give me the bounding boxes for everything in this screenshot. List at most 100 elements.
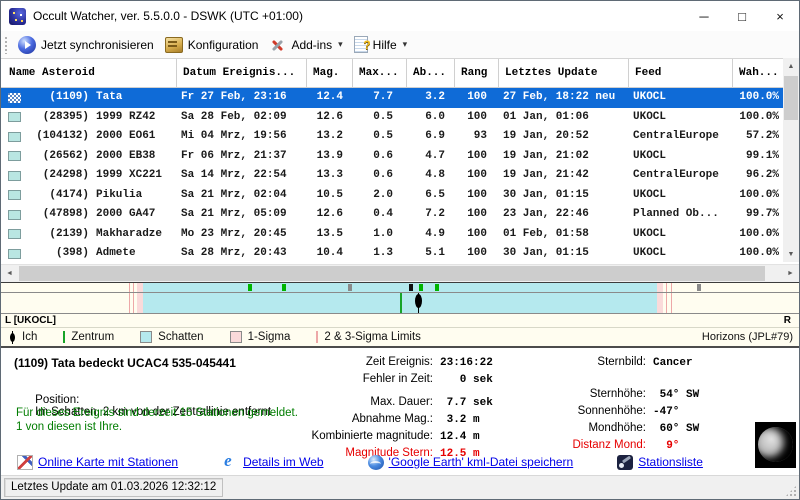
detail-value: 9°	[653, 440, 680, 452]
column-header-max[interactable]: Max...	[353, 59, 407, 87]
column-header-wah[interactable]: Wah...	[733, 59, 785, 87]
cell-datum: Fr 06 Mrz, 21:37	[181, 149, 287, 162]
cell-datum: Sa 28 Mrz, 20:43	[181, 247, 287, 259]
cell-rang: 100	[467, 188, 487, 201]
detail-field: Max. Dauer: 7.7 sek	[271, 394, 533, 411]
Makharadze[interactable]: (2139) Makharadze Mo 23 Mrz, 20:45 13.5 1…	[1, 225, 785, 245]
cell-mag: 13.2	[316, 130, 343, 142]
detail-field: Distanz Mond: 9°	[539, 437, 789, 454]
detail-label: Max. Dauer:	[370, 396, 433, 408]
cell-wah: 100.0%	[739, 227, 779, 240]
cell-feed: UKOCL	[633, 149, 667, 162]
cell-update: 19 Jan, 21:02	[503, 149, 589, 162]
2000 EB38[interactable]: (26562) 2000 EB38 Fr 06 Mrz, 21:37 13.9 0…	[1, 147, 785, 167]
cell-feed: UKOCL	[633, 188, 667, 201]
column-header-ab[interactable]: Ab...	[407, 59, 455, 87]
cell-wah: 96.2%	[745, 169, 779, 181]
tools-icon	[269, 37, 286, 53]
station-tick	[348, 284, 353, 291]
horizontal-scroll-thumb[interactable]	[19, 266, 765, 281]
cell-ab: 3.2	[425, 91, 445, 103]
cell-feed: CentralEurope	[633, 169, 719, 181]
minimize-button[interactable]: ─	[685, 1, 723, 31]
event-type-icon	[7, 170, 21, 181]
column-header-feed[interactable]: Feed	[629, 59, 733, 87]
scroll-right-icon[interactable]: ►	[782, 265, 799, 282]
2000 GA47[interactable]: (47898) 2000 GA47 Sa 21 Mrz, 05:09 12.6 0…	[1, 205, 785, 225]
cell-ab: 4.9	[425, 227, 445, 240]
scroll-left-icon[interactable]: ◄	[1, 265, 18, 282]
details-right-column: Sternbild: Cancer Sternhöhe: 54° SW Sonn…	[539, 354, 789, 454]
toolbar-grip[interactable]	[4, 35, 8, 54]
legend-23sigma: 2 & 3-Sigma Limits	[316, 331, 421, 343]
cell-update: 01 Feb, 01:58	[503, 227, 589, 240]
detail-label: Mondhöhe:	[588, 422, 646, 434]
cell-rang: 100	[467, 91, 487, 103]
cell-rang: 100	[467, 227, 487, 240]
Admete[interactable]: (398) Admete Sa 28 Mrz, 20:43 10.4 1.3 5.…	[1, 244, 785, 264]
maximize-button[interactable]: □	[723, 1, 761, 31]
detail-value: 0 sek	[440, 374, 493, 386]
cell-ab: 6.0	[425, 110, 445, 123]
2000 EO61[interactable]: (104132) 2000 EO61 Mi 04 Mrz, 19:56 13.2 …	[1, 127, 785, 147]
toolbar: Jetzt synchronisieren Konfiguration Add-…	[1, 31, 799, 59]
Tata[interactable]: (1109) Tata Fr 27 Feb, 23:16 12.4 7.7 3.2…	[1, 88, 785, 108]
legend-ich: Ich	[9, 330, 37, 344]
cell-mag: 13.3	[316, 169, 343, 181]
cell-max: 1.0	[373, 227, 393, 240]
help-menu-button[interactable]: Hilfe ▾	[350, 34, 415, 55]
detail-value: Cancer	[653, 357, 693, 369]
cell-rang: 100	[467, 247, 487, 259]
cell-max: 1.3	[373, 247, 393, 259]
scroll-up-icon[interactable]: ▲	[783, 58, 799, 74]
cell-update: 27 Feb, 18:22 neu	[503, 91, 616, 103]
column-header-datum[interactable]: Datum Ereignis...	[177, 59, 307, 87]
cell-feed: UKOCL	[633, 91, 667, 103]
1999 XC221[interactable]: (24298) 1999 XC221 Sa 14 Mrz, 22:54 13.3 …	[1, 166, 785, 186]
cell-max: 0.5	[373, 110, 393, 123]
column-header-name[interactable]: Name Asteroid	[1, 59, 177, 87]
column-header-mag[interactable]: Mag.	[307, 59, 353, 87]
addins-menu-button[interactable]: Add-ins ▾	[265, 35, 349, 55]
configuration-button[interactable]: Konfiguration	[161, 35, 266, 55]
cell-wah: 100.0%	[739, 110, 779, 123]
horizontal-scrollbar[interactable]: ◄ ►	[1, 264, 799, 282]
online-map-link[interactable]: Online Karte mit Stationen	[17, 454, 178, 470]
occultation-path-strip[interactable]	[1, 282, 799, 314]
Pikulia[interactable]: (4174) Pikulia Sa 21 Mrz, 02:04 10.5 2.0 …	[1, 186, 785, 206]
cell-wah: 100.0%	[739, 91, 779, 103]
column-header-rang[interactable]: Rang	[455, 59, 499, 87]
sigma23-line-icon	[316, 331, 319, 343]
station-tick	[419, 284, 424, 291]
chevron-down-icon: ▾	[338, 39, 343, 49]
cell-wah: 100.0%	[739, 188, 779, 201]
event-type-icon	[7, 248, 21, 259]
detail-label: Sternbild:	[597, 356, 646, 368]
detail-value: -47°	[653, 406, 680, 418]
1999 RZ42[interactable]: (28395) 1999 RZ42 Sa 28 Feb, 02:09 12.6 0…	[1, 108, 785, 128]
cell-ab: 4.7	[425, 149, 445, 162]
detail-field: Abnahme Mag.: 3.2 m	[271, 411, 533, 428]
station-list-link[interactable]: Stationsliste	[617, 454, 703, 470]
sync-now-label: Jetzt synchronisieren	[41, 37, 154, 52]
event-title: (1109) Tata bedeckt UCAC4 535-045441	[14, 356, 236, 370]
detail-label: Distanz Mond:	[572, 439, 646, 451]
detail-label: Sternhöhe:	[589, 388, 646, 400]
cell-mag: 10.4	[316, 247, 343, 259]
cell-ab: 6.5	[425, 188, 445, 201]
column-header-update[interactable]: Letztes Update	[499, 59, 629, 87]
scroll-down-icon[interactable]: ▼	[783, 246, 799, 262]
detail-value: 3.2 m	[440, 414, 480, 426]
sync-now-button[interactable]: Jetzt synchronisieren	[14, 34, 161, 56]
app-icon	[9, 7, 26, 25]
close-button[interactable]: ×	[761, 1, 799, 31]
vertical-scroll-thumb[interactable]	[784, 76, 798, 120]
cell-name: (26562) 2000 EB38	[42, 149, 156, 162]
detail-field: Sternhöhe: 54° SW	[539, 386, 789, 403]
vertical-scrollbar[interactable]: ▲ ▼	[783, 58, 799, 262]
resize-grip-icon[interactable]	[785, 485, 797, 497]
cell-feed: UKOCL	[633, 227, 667, 240]
position-label: Position:	[35, 394, 80, 406]
help-label: Hilfe	[372, 37, 397, 52]
strip-right-label: R	[783, 315, 791, 326]
